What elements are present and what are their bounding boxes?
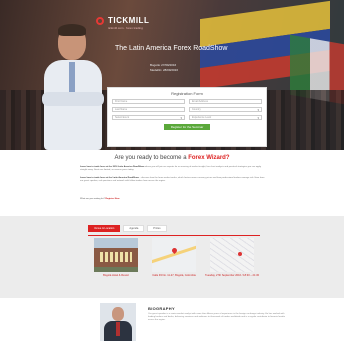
venue-card-hotel: Bogotá Hotel & Resort xyxy=(88,238,144,277)
hotel-caption: Bogotá Hotel & Resort xyxy=(103,274,129,277)
logo-mark-icon xyxy=(96,16,104,25)
brand-name: TICKMILL xyxy=(108,16,150,25)
registration-form: Registration Form First Name Email Addre… xyxy=(107,87,267,147)
speaker-photo xyxy=(100,303,136,341)
chevron-down-icon: ▾ xyxy=(257,116,259,120)
event-select-label: Select Event xyxy=(115,116,130,119)
tickmill-logo[interactable]: TICKMILL tickmill.com · forex trading xyxy=(96,16,150,30)
venue-card-map: Calle 93 No. 11-27, Bogotá, Colombia xyxy=(146,238,202,277)
heading-lead: Are you ready to become a xyxy=(114,155,187,161)
chevron-down-icon: ▾ xyxy=(180,116,182,120)
venue-cards: Bogotá Hotel & Resort Calle 93 No. 11-27… xyxy=(88,235,260,277)
event-details-section: Venue & Location Agenda Prizes Bogotá Ho… xyxy=(0,216,344,298)
intro-paragraph-2: Learn how to trade forex at the Latin Am… xyxy=(80,177,265,183)
call-to-action-line: What are you waiting for? Register Now xyxy=(80,198,265,201)
map-image[interactable] xyxy=(152,238,196,272)
event-tabs: Venue & Location Agenda Prizes xyxy=(88,225,167,232)
schedule-caption: Tuesday, 27th September 2016 / 18:30 – 2… xyxy=(204,274,260,277)
form-title: Registration Form xyxy=(171,91,203,96)
country-select[interactable]: Country ▾ xyxy=(189,107,262,112)
venue-card-schedule: Tuesday, 27th September 2016 / 18:30 – 2… xyxy=(204,238,260,277)
email-field[interactable]: Email Address xyxy=(189,99,262,104)
paragraph-2-bold: Learn how to trade forex at the Latin Am… xyxy=(80,177,139,179)
page-title: The Latin America Forex RoadShow xyxy=(115,45,228,52)
event-dates: Bogotá: 27/09/2016 Medellín: 28/09/2016 xyxy=(150,63,178,73)
tab-agenda[interactable]: Agenda xyxy=(123,225,145,232)
country-select-label: Country xyxy=(192,108,201,111)
tab-prizes[interactable]: Prizes xyxy=(147,225,167,232)
date-line-medellin: Medellín: 28/09/2016 xyxy=(150,68,179,72)
address-caption: Calle 93 No. 11-27, Bogotá, Colombia xyxy=(152,274,196,277)
biography-text: Our guest speaker is a senior market ana… xyxy=(148,313,285,322)
last-name-field[interactable]: Last Name xyxy=(112,107,185,112)
street-map-image[interactable] xyxy=(210,238,254,272)
brand-tagline: tickmill.com · forex trading xyxy=(108,26,143,30)
intro-paragraph-1: Learn how to trade forex at the 2016 Lat… xyxy=(80,166,265,172)
register-now-link[interactable]: Register Now xyxy=(105,198,119,200)
tab-venue[interactable]: Venue & Location xyxy=(88,225,121,232)
experience-select-label: Experience Level xyxy=(192,116,212,119)
first-name-field[interactable]: First Name xyxy=(112,99,185,104)
experience-select[interactable]: Experience Level ▾ xyxy=(189,115,262,120)
chevron-down-icon: ▾ xyxy=(257,108,259,112)
biography-section: BIOGRAPHY Our guest speaker is a senior … xyxy=(0,298,344,345)
register-button[interactable]: Register for the Seminar xyxy=(164,124,210,130)
intro-section: Are you ready to become a Forex Wizard? … xyxy=(0,150,344,216)
event-select[interactable]: Select Event ▾ xyxy=(112,115,185,120)
heading-highlight: Forex Wizard? xyxy=(188,155,230,161)
biography-title: BIOGRAPHY xyxy=(148,306,175,311)
section-heading: Are you ready to become a Forex Wizard? xyxy=(0,155,344,161)
paragraph-1-bold: Learn how to trade forex at the 2016 Lat… xyxy=(80,166,145,168)
presenter-photo xyxy=(38,24,108,150)
hotel-image xyxy=(94,238,138,272)
cta-lead: What are you waiting for? xyxy=(80,198,105,200)
